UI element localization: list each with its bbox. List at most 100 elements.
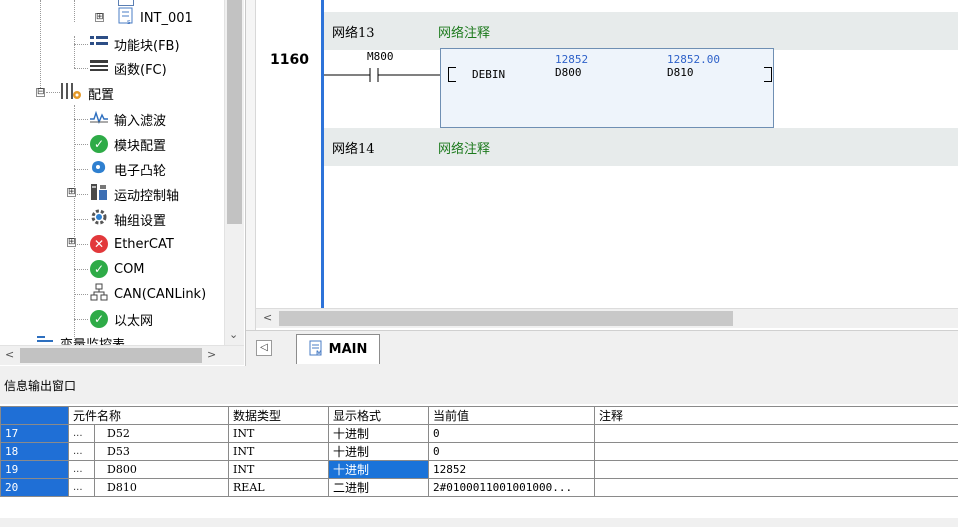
tree-guide — [74, 0, 75, 22]
comment-cell[interactable] — [594, 442, 958, 461]
tree-guide — [74, 119, 88, 120]
operand1[interactable]: D800 — [555, 66, 582, 79]
motion-axis-icon — [90, 183, 108, 205]
output-window-bottom-edge — [0, 518, 958, 527]
row-number[interactable]: 17 — [0, 424, 69, 443]
current-value-cell[interactable]: 12852 — [428, 460, 596, 479]
expand-toggle[interactable]: ⊞ — [67, 188, 76, 197]
project-tree: ⊞ s INT_001 功能块(FB) 函数(FC) ⊟ 配置 输入滤波 ✓ 模… — [0, 0, 246, 366]
comment-cell[interactable] — [594, 460, 958, 479]
select-all-corner[interactable] — [0, 406, 69, 425]
tree-guide — [74, 244, 88, 245]
tree-item-label: EtherCAT — [114, 236, 174, 252]
column-header[interactable]: 元件名称 — [67, 406, 230, 425]
comment-cell[interactable] — [594, 424, 958, 443]
current-value-cell[interactable]: 0 — [428, 424, 596, 443]
scroll-right-arrow-icon[interactable]: > — [207, 348, 216, 361]
network-header-13[interactable]: 网络13 网络注释 — [324, 12, 958, 50]
tree-item-motion-axis[interactable]: 运动控制轴 — [90, 183, 179, 205]
display-format-cell[interactable]: 十进制 — [328, 460, 430, 479]
column-header[interactable]: 注释 — [594, 406, 958, 425]
element-name-cell[interactable]: D810 — [93, 478, 230, 497]
scroll-left-arrow-icon[interactable]: < — [5, 348, 14, 361]
element-name-cell[interactable]: D52 — [93, 424, 230, 443]
row-number[interactable]: 18 — [0, 442, 69, 461]
operand2-value: 12852.00 — [667, 53, 720, 66]
network-icon — [90, 283, 108, 305]
tree-item-int-001[interactable]: s INT_001 — [118, 7, 193, 29]
table-row[interactable]: 19 ... D800 INT 十进制 12852 — [0, 460, 958, 479]
display-format-cell[interactable]: 二进制 — [328, 478, 430, 497]
operand2[interactable]: D810 — [667, 66, 694, 79]
tree-item-axis-group[interactable]: 轴组设置 — [90, 208, 166, 230]
data-type-cell[interactable]: INT — [228, 460, 330, 479]
tree-item-input-filter[interactable]: 输入滤波 — [90, 108, 166, 130]
scroll-left-arrow-icon[interactable]: < — [263, 311, 272, 324]
struct-icon — [118, 0, 134, 6]
tree-item-module-config[interactable]: ✓ 模块配置 — [90, 133, 166, 155]
tree-item-function-blocks[interactable]: 功能块(FB) — [90, 33, 180, 55]
collapse-toggle[interactable]: ⊟ — [36, 88, 45, 97]
tree-item-label: 电子凸轮 — [114, 163, 167, 179]
tab-scroll-left-button[interactable]: ◁ — [256, 340, 272, 356]
tree-item-config[interactable]: 配置 — [60, 82, 114, 104]
tree-item-electronic-cam[interactable]: 电子凸轮 — [90, 158, 166, 180]
table-row[interactable]: 17 ... D52 INT 十进制 0 — [0, 424, 958, 443]
tree-item-label: 运动控制轴 — [114, 188, 180, 204]
network-number: 网络13 — [332, 25, 375, 41]
network-comment[interactable]: 网络注释 — [438, 138, 490, 157]
display-format-cell[interactable]: 十进制 — [328, 424, 430, 443]
expand-toggle[interactable]: ⊞ — [95, 13, 104, 22]
tree-item-can[interactable]: CAN(CANLink) — [90, 283, 206, 305]
tree-item-com[interactable]: ✓ COM — [90, 258, 145, 280]
tab-main[interactable]: M MAIN — [296, 334, 380, 364]
row-number[interactable]: 19 — [0, 460, 69, 479]
element-name-cell[interactable]: D53 — [93, 442, 230, 461]
data-type-cell[interactable]: INT — [228, 442, 330, 461]
tree-guide — [74, 68, 88, 69]
check-icon: ✓ — [90, 135, 108, 153]
expand-toggle[interactable]: ⊞ — [67, 238, 76, 247]
column-header[interactable]: 当前值 — [428, 406, 596, 425]
display-format-cell[interactable]: 十进制 — [328, 442, 430, 461]
data-type-cell[interactable]: INT — [228, 424, 330, 443]
tree-guide — [46, 92, 60, 93]
browse-button[interactable]: ... — [68, 478, 95, 497]
table-row[interactable]: 18 ... D53 INT 十进制 0 — [0, 442, 958, 461]
rung-number-gutter — [256, 0, 321, 308]
browse-button[interactable]: ... — [68, 424, 95, 443]
tree-guide — [74, 36, 75, 68]
network-header-14[interactable]: 网络14 网络注释 — [324, 128, 958, 166]
tree-vertical-scroll-thumb[interactable] — [227, 0, 242, 224]
electronic-cam-icon — [90, 158, 108, 180]
tree-item-ethercat[interactable]: ✕ EtherCAT — [90, 233, 174, 255]
tree-guide — [74, 269, 88, 270]
table-header: 元件名称 数据类型 显示格式 当前值 注释 — [0, 406, 958, 425]
comment-cell[interactable] — [594, 478, 958, 497]
config-icon — [60, 81, 82, 105]
check-icon: ✓ — [90, 310, 108, 328]
current-value-cell[interactable]: 2#0100011001001000... — [428, 478, 596, 497]
table-row[interactable]: 20 ... D810 REAL 二进制 2#0100011001001000.… — [0, 478, 958, 497]
operand1-value: 12852 — [555, 53, 589, 66]
tab-label: MAIN — [328, 342, 368, 357]
browse-button[interactable]: ... — [68, 442, 95, 461]
tree-guide — [74, 194, 88, 195]
column-header[interactable]: 数据类型 — [228, 406, 330, 425]
tree-item-ethernet[interactable]: ✓ 以太网 — [90, 308, 153, 330]
data-type-cell[interactable]: REAL — [228, 478, 330, 497]
row-number[interactable]: 20 — [0, 478, 69, 497]
tree-guide — [40, 0, 41, 92]
scroll-down-arrow-icon[interactable]: ⌄ — [229, 328, 238, 341]
network-comment[interactable]: 网络注释 — [438, 22, 490, 41]
instruction-block[interactable] — [440, 48, 774, 128]
browse-button[interactable]: ... — [68, 460, 95, 479]
tree-item-variable-monitor[interactable]: 变量监控表 — [36, 331, 125, 345]
input-filter-icon — [90, 110, 108, 128]
tree-horizontal-scroll-thumb[interactable] — [20, 348, 202, 363]
editor-horizontal-scroll-thumb[interactable] — [279, 311, 733, 326]
element-name-cell[interactable]: D800 — [93, 460, 230, 479]
column-header[interactable]: 显示格式 — [328, 406, 430, 425]
tree-item-functions[interactable]: 函数(FC) — [90, 57, 167, 79]
current-value-cell[interactable]: 0 — [428, 442, 596, 461]
